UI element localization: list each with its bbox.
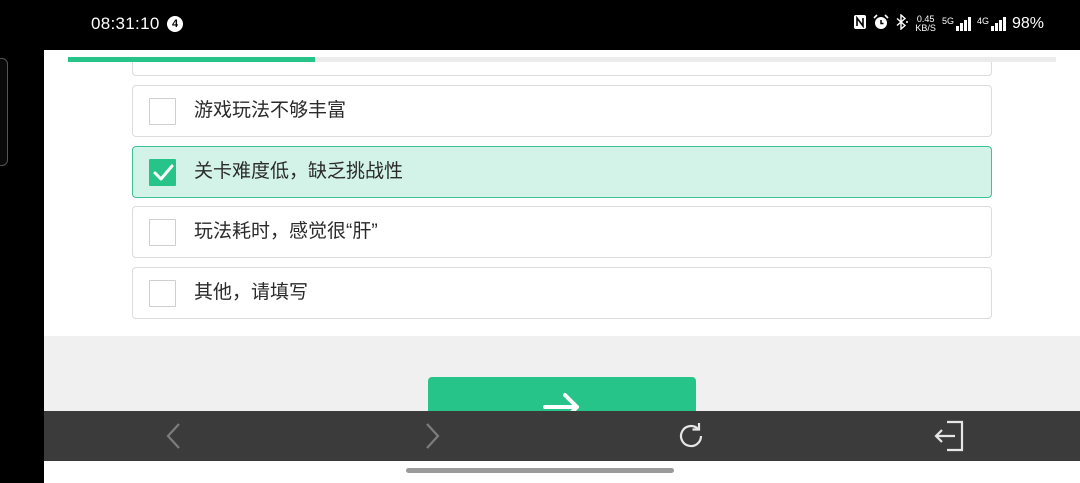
list-item-partial[interactable] xyxy=(132,62,992,76)
option-item[interactable]: 其他，请填写 xyxy=(132,267,992,319)
refresh-button[interactable] xyxy=(661,411,721,461)
survey-footer xyxy=(44,336,1080,411)
forward-arrow-icon xyxy=(426,423,440,449)
option-label: 关卡难度低，缺乏挑战性 xyxy=(194,161,404,182)
status-bar: 08:31:10 4 0.45 KB/S 5G 4G 98% xyxy=(0,0,1080,50)
nfc-icon xyxy=(853,14,867,35)
bluetooth-icon xyxy=(895,12,909,35)
checkmark-icon xyxy=(153,164,174,181)
exit-icon xyxy=(934,420,964,452)
option-item[interactable]: 游戏玩法不够丰富 xyxy=(132,85,992,137)
signal-4g-icon: 4G xyxy=(977,17,1006,31)
browser-toolbar xyxy=(44,411,1080,461)
notification-count-badge: 4 xyxy=(167,16,183,32)
next-button[interactable] xyxy=(428,377,696,411)
option-label: 其他，请填写 xyxy=(194,282,309,303)
back-button[interactable] xyxy=(144,411,204,461)
forward-button[interactable] xyxy=(402,411,462,461)
net-speed: 0.45 KB/S xyxy=(915,14,936,33)
status-icons: 0.45 KB/S 5G 4G 98% xyxy=(853,12,1044,35)
option-label: 玩法耗时，感觉很“肝” xyxy=(194,221,378,242)
signal-5g-icon: 5G xyxy=(942,17,971,31)
refresh-icon xyxy=(679,423,703,448)
phone-screen: 08:31:10 4 0.45 KB/S 5G 4G 98% 游戏玩法不够丰富 … xyxy=(0,0,1080,483)
checkbox[interactable] xyxy=(149,219,176,246)
back-arrow-icon xyxy=(166,423,180,449)
battery-level: 98% xyxy=(1011,15,1044,32)
exit-button[interactable] xyxy=(920,411,980,461)
option-item[interactable]: 关卡难度低，缺乏挑战性 xyxy=(132,146,992,198)
gesture-nav-area xyxy=(44,461,1080,483)
survey-page: 游戏玩法不够丰富关卡难度低，缺乏挑战性 玩法耗时，感觉很“肝” 其他，请填写 xyxy=(44,50,1080,411)
checkbox[interactable] xyxy=(149,98,176,125)
option-label: 游戏玩法不够丰富 xyxy=(194,100,347,121)
option-item[interactable]: 玩法耗时，感觉很“肝” xyxy=(132,206,992,258)
edge-panel-handle[interactable] xyxy=(0,58,8,166)
arrow-right-icon xyxy=(543,393,579,411)
status-time: 08:31:10 xyxy=(91,14,160,33)
checkbox-checked[interactable] xyxy=(149,159,176,186)
checkbox[interactable] xyxy=(149,280,176,307)
home-indicator[interactable] xyxy=(406,468,674,473)
alarm-icon xyxy=(873,13,889,35)
